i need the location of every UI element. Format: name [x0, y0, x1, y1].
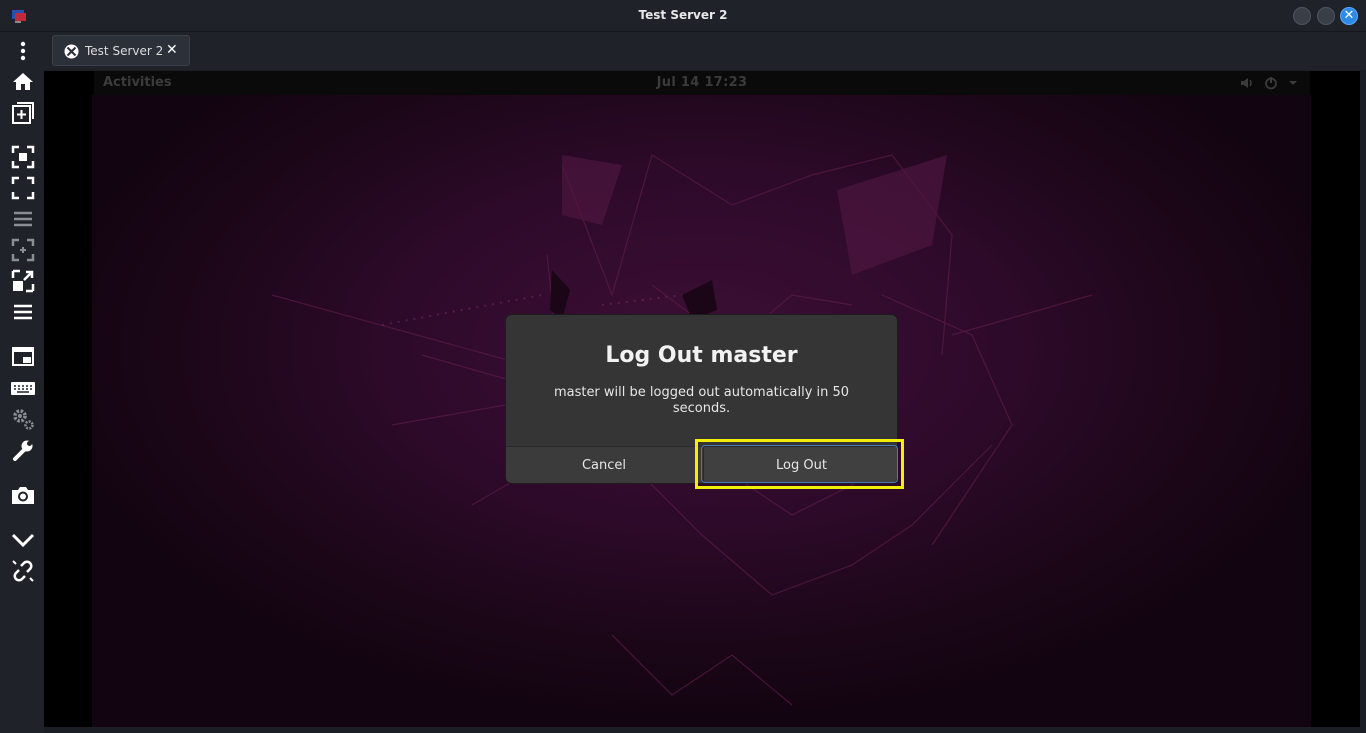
menu-button[interactable] [10, 38, 36, 64]
cancel-button[interactable]: Cancel [506, 447, 702, 483]
resize-button[interactable] [10, 237, 36, 263]
tools-button[interactable] [10, 437, 36, 463]
tab-test-server-2[interactable]: Test Server 2 ✕ [52, 35, 190, 66]
tab-label: Test Server 2 [85, 44, 164, 58]
new-connection-button[interactable] [10, 100, 36, 126]
maximize-window-button[interactable] [1317, 7, 1335, 25]
expand-arrows-icon [11, 269, 35, 293]
log-out-button[interactable]: Log Out [703, 447, 897, 483]
close-window-button[interactable]: ✕ [1340, 7, 1358, 25]
new-tab-icon [12, 102, 34, 124]
home-button[interactable] [10, 69, 36, 95]
fit-window-icon [11, 145, 35, 169]
scale-mode-icon [14, 211, 32, 227]
fullscreen-icon [11, 176, 35, 200]
minimize-toolbar-button[interactable] [10, 526, 36, 552]
dialog-message: master will be logged out automatically … [553, 385, 850, 416]
close-icon: ✕ [1343, 8, 1355, 23]
menu-icon [20, 41, 26, 61]
minimize-window-button[interactable] [1293, 7, 1311, 25]
side-toolbar [0, 32, 44, 733]
screenshot-button[interactable] [10, 482, 36, 508]
fit-window-button[interactable] [10, 144, 36, 170]
view-only-button[interactable] [10, 268, 36, 294]
scale-mode-button[interactable] [10, 206, 36, 232]
toggle-toolbar-icon [14, 304, 32, 320]
keyboard-icon [11, 382, 35, 395]
broken-link-icon [12, 560, 34, 582]
clock[interactable]: Jul 14 17:23 [94, 75, 1310, 90]
chevron-down-icon [11, 533, 35, 548]
keyboard-button[interactable] [10, 375, 36, 401]
dialog-button-row: Cancel Log Out [506, 446, 897, 483]
resize-icon [11, 238, 35, 262]
disconnect-button[interactable] [10, 558, 36, 584]
camera-icon [12, 487, 34, 504]
window-title: Test Server 2 [638, 8, 728, 22]
wrench-icon [13, 440, 33, 461]
tab-close-icon[interactable]: ✕ [166, 42, 178, 58]
gnome-top-bar: Activities Jul 14 17:23 [94, 71, 1310, 95]
fullscreen-button[interactable] [10, 175, 36, 201]
connection-icon [64, 44, 79, 59]
system-menu[interactable] [1239, 75, 1301, 91]
logout-dialog: Log Out master master will be logged out… [505, 314, 898, 484]
preferences-button[interactable] [10, 406, 36, 432]
tab-strip: Test Server 2 ✕ [44, 32, 1366, 70]
multi-monitor-icon [12, 347, 34, 366]
toggle-toolbar-button[interactable] [10, 299, 36, 325]
multi-monitor-button[interactable] [10, 344, 36, 370]
home-icon [13, 73, 33, 90]
window-titlebar: Test Server 2 ✕ [0, 0, 1366, 32]
volume-power-icons [1241, 77, 1297, 90]
preferences-icon [13, 409, 34, 430]
dialog-title: Log Out master [605, 343, 798, 368]
